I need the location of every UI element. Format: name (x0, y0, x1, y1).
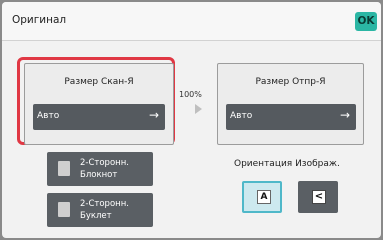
landscape-orientation-icon: < (312, 190, 326, 204)
ratio-text: 100% (179, 90, 202, 99)
arrow-right-icon: → (339, 108, 350, 122)
portrait-orientation-button[interactable]: A (242, 181, 282, 213)
header-bar: Оригинал OK (2, 2, 381, 41)
duplex-booklet-line1: 2-Сторонн. (80, 158, 129, 168)
scan-size-label: Размер Скан-Я (64, 77, 134, 87)
duplex-booklet-line2: Блокнот (80, 170, 118, 180)
send-size-button[interactable]: Авто → (226, 104, 356, 130)
send-size-panel: Размер Отпр-Я Авто → (217, 63, 364, 145)
send-size-value: Авто (230, 111, 253, 121)
scan-size-panel: Размер Скан-Я Авто → (24, 63, 174, 145)
landscape-orientation-button[interactable]: < (298, 181, 338, 213)
arrow-right-icon: → (148, 108, 159, 122)
duplex-tablet-line1: 2-Сторонн. (80, 199, 129, 209)
orientation-label: Ориентация Изображ. (234, 159, 340, 169)
duplex-tablet-line2: Буклет (80, 211, 112, 221)
scan-size-value: Авто (37, 111, 60, 121)
original-settings-screen: Оригинал OK Размер Скан-Я Авто → 100% Ра… (2, 2, 381, 238)
duplex-booklet-button[interactable]: 2-Сторонн. Блокнот (47, 152, 153, 186)
booklet-icon (58, 161, 70, 176)
triangle-right-icon (195, 104, 202, 114)
send-size-label: Размер Отпр-Я (255, 77, 326, 87)
ok-button[interactable]: OK (355, 12, 377, 31)
scan-size-button[interactable]: Авто → (33, 104, 165, 130)
page-title: Оригинал (12, 14, 67, 26)
duplex-tablet-button[interactable]: 2-Сторонн. Буклет (47, 193, 153, 227)
portrait-orientation-icon: A (257, 190, 271, 204)
tablet-icon (58, 202, 70, 217)
